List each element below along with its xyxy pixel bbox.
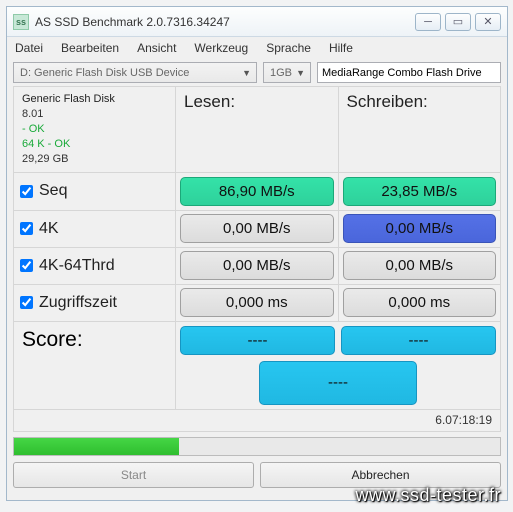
menu-language[interactable]: Sprache bbox=[266, 41, 311, 55]
label-4k64: 4K-64Thrd bbox=[39, 257, 115, 274]
progress-fill bbox=[14, 438, 179, 455]
timer: 6.07:18:19 bbox=[13, 410, 501, 432]
chevron-down-icon: ▼ bbox=[242, 68, 251, 78]
info-name: Generic Flash Disk bbox=[22, 92, 167, 107]
results-table: Seq 86,90 MB/s 23,85 MB/s 4K 0,00 MB/s 0… bbox=[13, 173, 501, 322]
product-textbox[interactable]: MediaRange Combo Flash Drive bbox=[317, 62, 501, 83]
app-icon: ss bbox=[13, 14, 29, 30]
header-read: Lesen: bbox=[176, 87, 339, 172]
menu-edit[interactable]: Bearbeiten bbox=[61, 41, 119, 55]
watermark: www.ssd-tester.fr bbox=[355, 485, 501, 506]
app-window: ss AS SSD Benchmark 2.0.7316.34247 ─ ▭ ✕… bbox=[6, 6, 508, 501]
label-seq: Seq bbox=[39, 182, 67, 199]
seq-write: 23,85 MB/s bbox=[343, 177, 497, 206]
maximize-button[interactable]: ▭ bbox=[445, 13, 471, 31]
check-4k[interactable] bbox=[20, 222, 33, 235]
4k-read: 0,00 MB/s bbox=[180, 214, 334, 243]
abort-button[interactable]: Abbrechen bbox=[260, 462, 501, 488]
seq-read: 86,90 MB/s bbox=[180, 177, 334, 206]
info-alignment: - OK bbox=[22, 122, 167, 137]
score-label: Score: bbox=[14, 322, 176, 409]
check-4k64[interactable] bbox=[20, 259, 33, 272]
row-4k: 4K 0,00 MB/s 0,00 MB/s bbox=[14, 210, 501, 247]
score-write: ---- bbox=[341, 326, 496, 355]
titlebar: ss AS SSD Benchmark 2.0.7316.34247 ─ ▭ ✕ bbox=[7, 7, 507, 37]
menu-bar: Datei Bearbeiten Ansicht Werkzeug Sprach… bbox=[7, 37, 507, 59]
device-value: D: Generic Flash Disk USB Device bbox=[20, 67, 189, 79]
menu-tool[interactable]: Werkzeug bbox=[194, 41, 248, 55]
score-total: ---- bbox=[259, 361, 417, 405]
start-button[interactable]: Start bbox=[13, 462, 254, 488]
size-combo[interactable]: 1GB ▼ bbox=[263, 62, 311, 83]
row-seq: Seq 86,90 MB/s 23,85 MB/s bbox=[14, 173, 501, 210]
content: Generic Flash Disk 8.01 - OK 64 K - OK 2… bbox=[7, 86, 507, 432]
4k-write: 0,00 MB/s bbox=[343, 214, 497, 243]
info-capacity: 29,29 GB bbox=[22, 152, 167, 167]
menu-view[interactable]: Ansicht bbox=[137, 41, 176, 55]
info-driver: 64 K - OK bbox=[22, 137, 167, 152]
window-title: AS SSD Benchmark 2.0.7316.34247 bbox=[35, 15, 411, 29]
label-access: Zugriffszeit bbox=[39, 294, 117, 311]
access-read: 0,000 ms bbox=[180, 288, 334, 317]
row-access: Zugriffszeit 0,000 ms 0,000 ms bbox=[14, 284, 501, 321]
product-value: MediaRange Combo Flash Drive bbox=[322, 67, 482, 79]
4k64-write: 0,00 MB/s bbox=[343, 251, 497, 280]
device-info: Generic Flash Disk 8.01 - OK 64 K - OK 2… bbox=[14, 87, 176, 172]
device-combo[interactable]: D: Generic Flash Disk USB Device ▼ bbox=[13, 62, 257, 83]
label-4k: 4K bbox=[39, 220, 59, 237]
check-access[interactable] bbox=[20, 296, 33, 309]
chevron-down-icon: ▼ bbox=[296, 68, 305, 78]
score-read: ---- bbox=[180, 326, 335, 355]
toolbar: D: Generic Flash Disk USB Device ▼ 1GB ▼… bbox=[7, 59, 507, 86]
check-seq[interactable] bbox=[20, 185, 33, 198]
info-firmware: 8.01 bbox=[22, 107, 167, 122]
menu-help[interactable]: Hilfe bbox=[329, 41, 353, 55]
row-4k64: 4K-64Thrd 0,00 MB/s 0,00 MB/s bbox=[14, 247, 501, 284]
minimize-button[interactable]: ─ bbox=[415, 13, 441, 31]
header-write: Schreiben: bbox=[339, 87, 501, 172]
menu-file[interactable]: Datei bbox=[15, 41, 43, 55]
progress-bar bbox=[13, 437, 501, 456]
size-value: 1GB bbox=[270, 67, 292, 79]
4k64-read: 0,00 MB/s bbox=[180, 251, 334, 280]
access-write: 0,000 ms bbox=[343, 288, 497, 317]
close-button[interactable]: ✕ bbox=[475, 13, 501, 31]
score-row: Score: ---- ---- ---- bbox=[13, 322, 501, 410]
